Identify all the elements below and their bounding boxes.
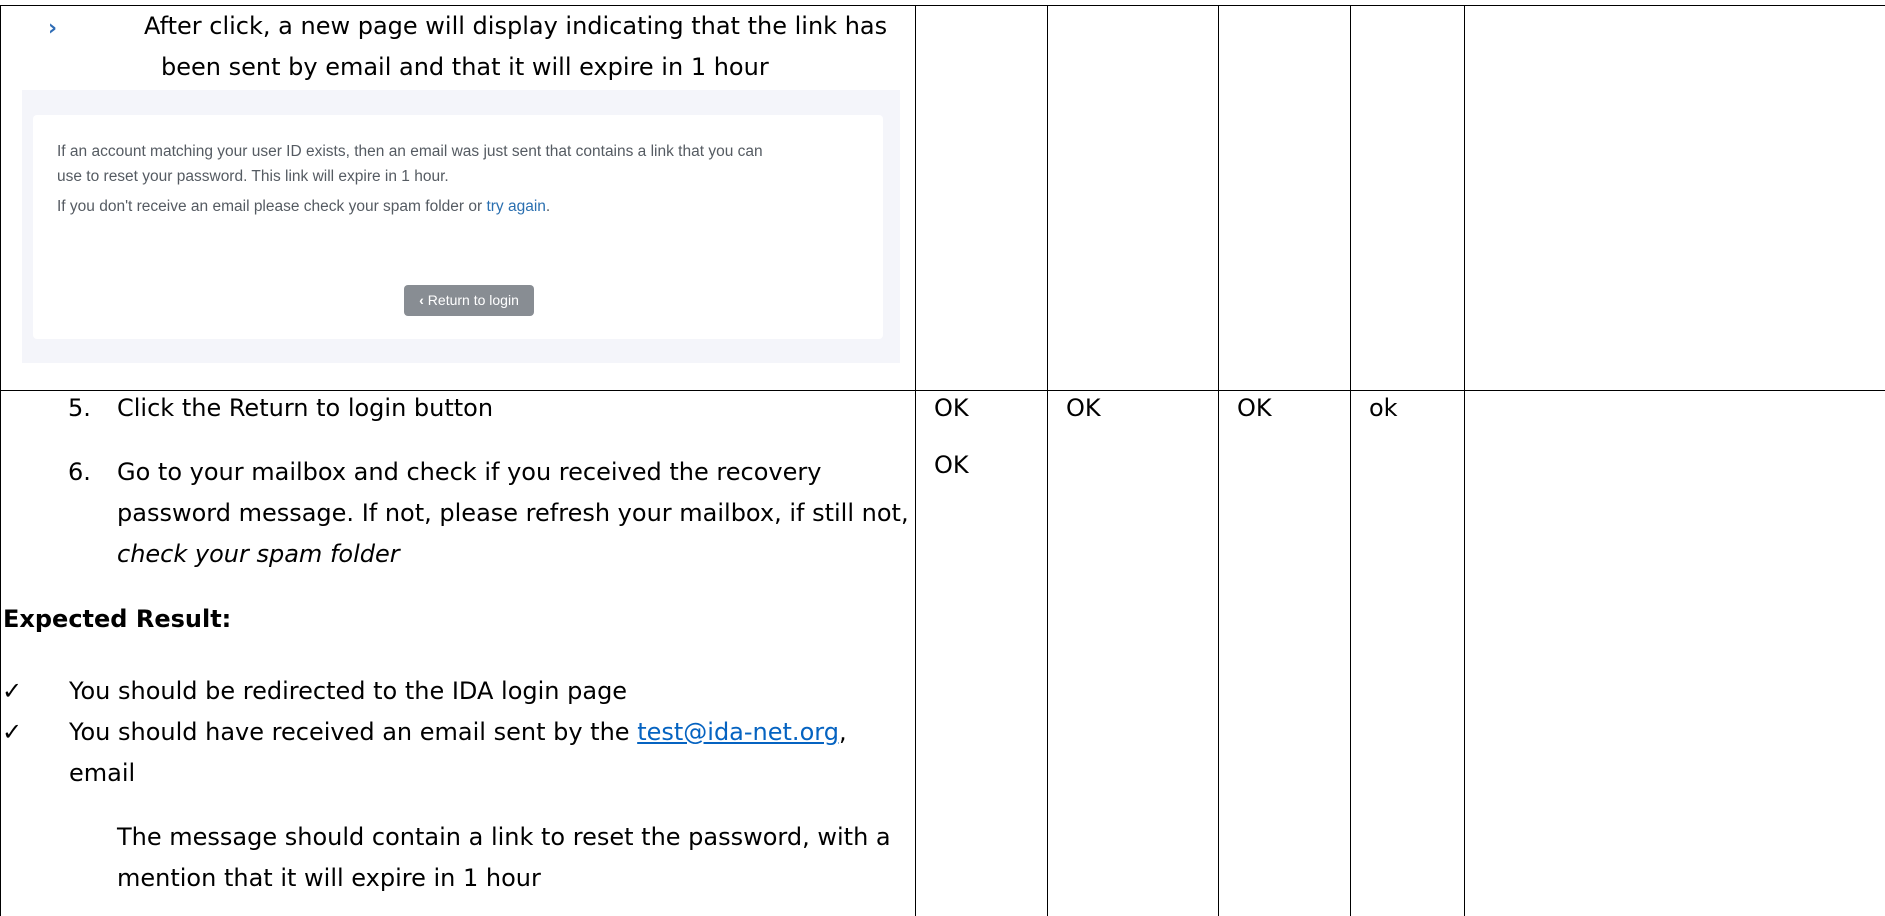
chevron-right-icon: › (48, 16, 58, 41)
try-again-link[interactable]: try again (486, 198, 545, 215)
table-border-left (0, 5, 1, 916)
step-5-text: Click the Return to login button (117, 394, 494, 422)
message-line-2: use to reset your password. This link wi… (57, 168, 449, 185)
embedded-screenshot: If an account matching your user ID exis… (22, 90, 900, 363)
column-divider (915, 5, 916, 916)
column-divider (1047, 5, 1048, 916)
spam-suffix: . (545, 198, 551, 215)
checkmark-icon: ✓ (2, 718, 23, 746)
return-to-login-button[interactable]: ‹ Return to login (404, 285, 534, 316)
step-6-line-1: Go to your mailbox and check if you rece… (117, 458, 822, 486)
result-col3-ok: OK (1237, 394, 1272, 422)
caption-line-1: After click, a new page will display ind… (144, 12, 888, 40)
expected-note-line-1: The message should contain a link to res… (117, 823, 891, 851)
expected-item-2-line-2: email (69, 759, 136, 787)
expected-item-2-prefix: You should have received an email sent b… (69, 718, 638, 746)
column-divider (1464, 5, 1465, 916)
result-col1-ok-2: OK (934, 451, 969, 479)
column-divider (1218, 5, 1219, 916)
result-col1-ok-1: OK (934, 394, 969, 422)
step-number-5: 5. (68, 394, 91, 422)
step-number-6: 6. (68, 458, 91, 486)
step-6-line-2: password message. If not, please refresh… (117, 499, 909, 527)
result-col4-ok: ok (1369, 394, 1398, 422)
column-divider (1350, 5, 1351, 916)
expected-result-heading: Expected Result: (3, 605, 232, 633)
spam-message: If you don't receive an email please che… (57, 194, 550, 219)
result-col2-ok: OK (1066, 394, 1101, 422)
email-link[interactable]: test@ida-net.org (637, 718, 839, 746)
table-border-top (0, 5, 1885, 6)
caption-line-2: been sent by email and that it will expi… (161, 53, 769, 81)
expected-item-2: You should have received an email sent b… (69, 715, 847, 749)
message-line-1: If an account matching your user ID exis… (57, 143, 763, 160)
chevron-left-icon: ‹ (419, 292, 424, 308)
return-button-label: Return to login (427, 292, 519, 308)
expected-item-1: You should be redirected to the IDA logi… (69, 677, 628, 705)
step-6-line-3: check your spam folder (117, 540, 400, 568)
checkmark-icon: ✓ (2, 677, 23, 705)
test-case-table: › After click, a new page will display i… (0, 0, 1885, 916)
expected-note-line-2: mention that it will expire in 1 hour (117, 864, 541, 892)
expected-item-2-suffix: , (838, 718, 847, 746)
spam-prefix: If you don't receive an email please che… (57, 198, 487, 215)
confirmation-card: If an account matching your user ID exis… (33, 115, 883, 339)
